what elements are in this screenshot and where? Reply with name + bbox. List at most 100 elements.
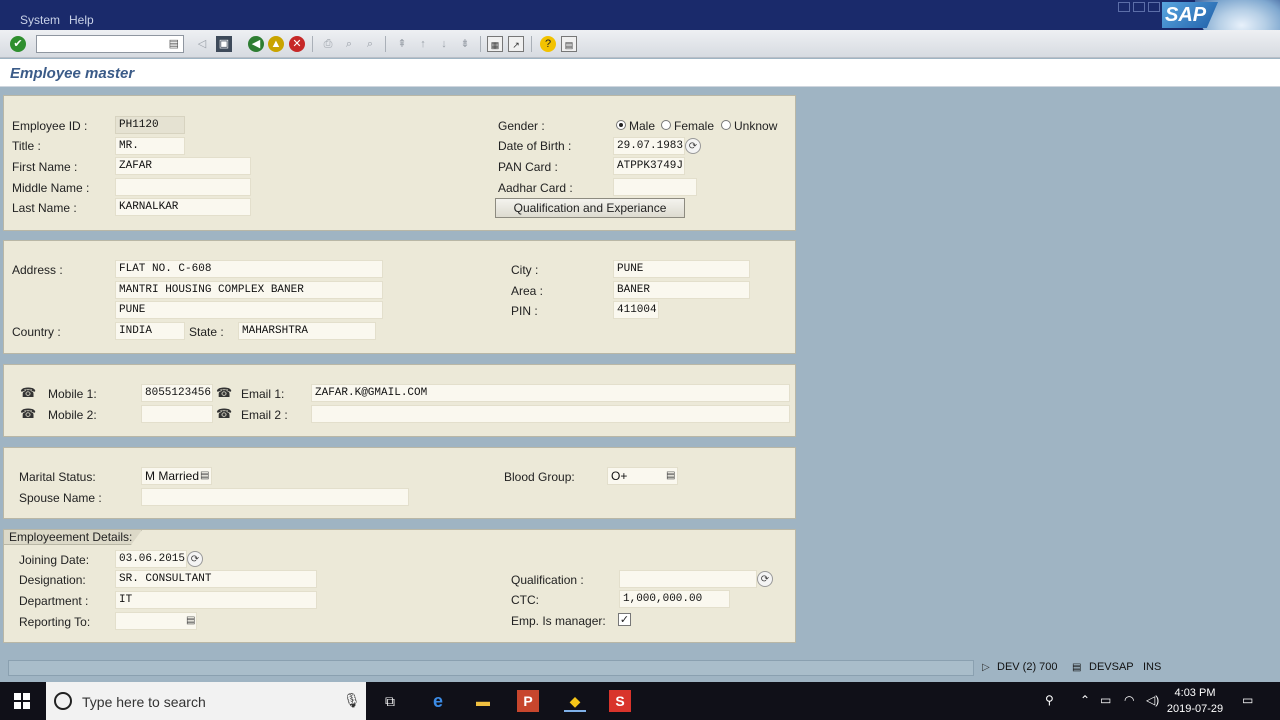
close-window-icon[interactable] (1148, 2, 1160, 12)
command-history-icon[interactable]: ▤ (169, 37, 179, 50)
previous-page-icon[interactable]: ↑ (415, 36, 431, 52)
customize-layout-icon[interactable]: ▤ (561, 36, 577, 52)
show-hidden-icons-icon[interactable]: ⌃ (1080, 693, 1090, 707)
enter-check-icon[interactable]: ✔ (10, 36, 26, 52)
powerpoint-icon[interactable]: P (517, 690, 539, 712)
taskbar-search-box[interactable]: Type here to search 🎙 (46, 682, 366, 720)
dropdown-icon[interactable]: ▤ (186, 615, 195, 626)
address-line2-field[interactable]: MANTRI HOUSING COMPLEX BANER (115, 281, 383, 299)
is-manager-checkbox[interactable]: ✓ (618, 613, 631, 626)
task-view-icon[interactable]: ⧉ (379, 690, 401, 712)
microphone-icon[interactable]: 🎙 (343, 692, 361, 709)
taskbar-clock[interactable]: 4:03 PM 2019-07-29 (1160, 685, 1230, 717)
system-info[interactable]: DEV (2) 700 (993, 660, 1062, 676)
employee-id-field[interactable]: PH1120 (115, 116, 185, 134)
pin-field[interactable]: 411004 (613, 301, 659, 319)
mobile1-field[interactable]: 8055123456 (141, 384, 213, 402)
dob-field[interactable]: 29.07.1983 (613, 137, 685, 155)
toolbar-separator (312, 36, 313, 52)
gender-female-radio[interactable] (661, 120, 671, 130)
pan-field[interactable]: ATPPK3749J (613, 157, 685, 175)
ctc-field[interactable]: 1,000,000.00 (619, 590, 730, 608)
help-icon[interactable]: ? (540, 36, 556, 52)
email-phone-icon: ☎ (216, 385, 233, 400)
clock-time: 4:03 PM (1174, 687, 1216, 699)
first-page-icon[interactable]: ⇞ (394, 36, 410, 52)
country-field[interactable]: INDIA (115, 322, 185, 340)
minimize-icon[interactable] (1118, 2, 1130, 12)
area-field[interactable]: BANER (613, 281, 750, 299)
last-page-icon[interactable]: ⇟ (457, 36, 473, 52)
email1-field[interactable]: ZAFAR.K@GMAIL.COM (311, 384, 790, 402)
command-field[interactable]: ▤ (36, 35, 184, 53)
gender-male-radio[interactable] (616, 120, 626, 130)
cortana-icon[interactable] (54, 692, 72, 710)
snagit-icon[interactable]: S (609, 690, 631, 712)
aadhar-field[interactable] (613, 178, 697, 196)
calendar-icon[interactable]: ⟳ (187, 551, 203, 567)
menu-bar: System Help SAP (0, 0, 1280, 56)
address-line1-field[interactable]: FLAT NO. C-608 (115, 260, 383, 278)
employment-frame: Employeement Details: Joining Date: 03.0… (3, 529, 796, 643)
volume-icon[interactable]: ◁) (1146, 693, 1159, 707)
menu-help[interactable]: Help (69, 13, 94, 27)
qualification-label: Qualification : (511, 573, 584, 587)
spouse-name-label: Spouse Name : (19, 491, 102, 505)
state-field[interactable]: MAHARSHTRA (238, 322, 376, 340)
dropdown-icon[interactable]: ▤ (200, 470, 209, 481)
email2-field[interactable] (311, 405, 790, 423)
joining-date-field[interactable]: 03.06.2015 (115, 550, 187, 568)
city-field[interactable]: PUNE (613, 260, 750, 278)
sap-logon-icon[interactable]: ◆ (564, 690, 586, 712)
last-name-field[interactable]: KARNALKAR (115, 198, 251, 216)
save-icon[interactable]: ▣ (216, 36, 232, 52)
command-collapse-icon[interactable]: ◁ (194, 36, 210, 52)
back-icon[interactable]: ◀ (248, 36, 264, 52)
create-session-icon[interactable]: ▦ (487, 36, 503, 52)
value-help-icon[interactable]: ⟳ (757, 571, 773, 587)
reporting-to-field[interactable] (115, 612, 197, 630)
address-line3-field[interactable]: PUNE (115, 301, 383, 319)
input-mode[interactable]: INS (1139, 660, 1165, 676)
middle-name-field[interactable] (115, 178, 251, 196)
dropdown-icon[interactable]: ▤ (666, 470, 675, 481)
system-info-dropdown-icon[interactable]: ▤ (1068, 660, 1085, 676)
find-icon[interactable]: ⌕ (341, 36, 357, 52)
calendar-icon[interactable]: ⟳ (685, 138, 701, 154)
server-info: DEVSAP (1089, 661, 1134, 673)
people-icon[interactable]: ⚲ (1045, 693, 1054, 707)
print-icon[interactable]: ⎙ (320, 36, 336, 52)
battery-icon[interactable]: ▭ (1100, 693, 1111, 707)
find-next-icon[interactable]: ⌕ (362, 36, 378, 52)
clock-date: 2019-07-29 (1166, 703, 1224, 715)
gender-unknown-radio[interactable] (721, 120, 731, 130)
maximize-icon[interactable] (1133, 2, 1145, 12)
mobile1-label: Mobile 1: (48, 387, 97, 401)
aadhar-label: Aadhar Card : (498, 181, 573, 195)
mobile2-field[interactable] (141, 405, 213, 423)
status-expand-icon[interactable]: ▷ (978, 660, 994, 676)
exit-icon[interactable]: ▲ (268, 36, 284, 52)
file-explorer-icon[interactable]: ▬ (472, 690, 494, 712)
gender-unknown-label: Unknow (734, 119, 778, 133)
edge-browser-icon[interactable]: e (427, 690, 449, 712)
qualification-field[interactable] (619, 570, 757, 588)
windows-start-icon[interactable] (14, 693, 30, 709)
department-field[interactable]: IT (115, 591, 317, 609)
designation-field[interactable]: SR. CONSULTANT (115, 570, 317, 588)
cancel-icon[interactable]: ✕ (289, 36, 305, 52)
message-line (8, 660, 974, 676)
qualification-experience-button[interactable]: Qualification and Experiance (495, 198, 685, 218)
menu-system[interactable]: System (20, 13, 60, 27)
employment-tab-header: Employeement Details: (4, 530, 142, 545)
action-center-icon[interactable]: ▭ (1242, 693, 1253, 707)
next-page-icon[interactable]: ↓ (436, 36, 452, 52)
email1-label: Email 1: (241, 387, 285, 401)
personal-details-frame: Employee ID : PH1120 Title : MR. First N… (3, 95, 796, 231)
title-field[interactable]: MR. (115, 137, 185, 155)
spouse-name-field[interactable] (141, 488, 409, 506)
first-name-field[interactable]: ZAFAR (115, 157, 251, 175)
blood-group-label: Blood Group: (504, 470, 575, 484)
wifi-icon[interactable]: ◠ (1124, 693, 1134, 707)
shortcut-icon[interactable]: ↗ (508, 36, 524, 52)
